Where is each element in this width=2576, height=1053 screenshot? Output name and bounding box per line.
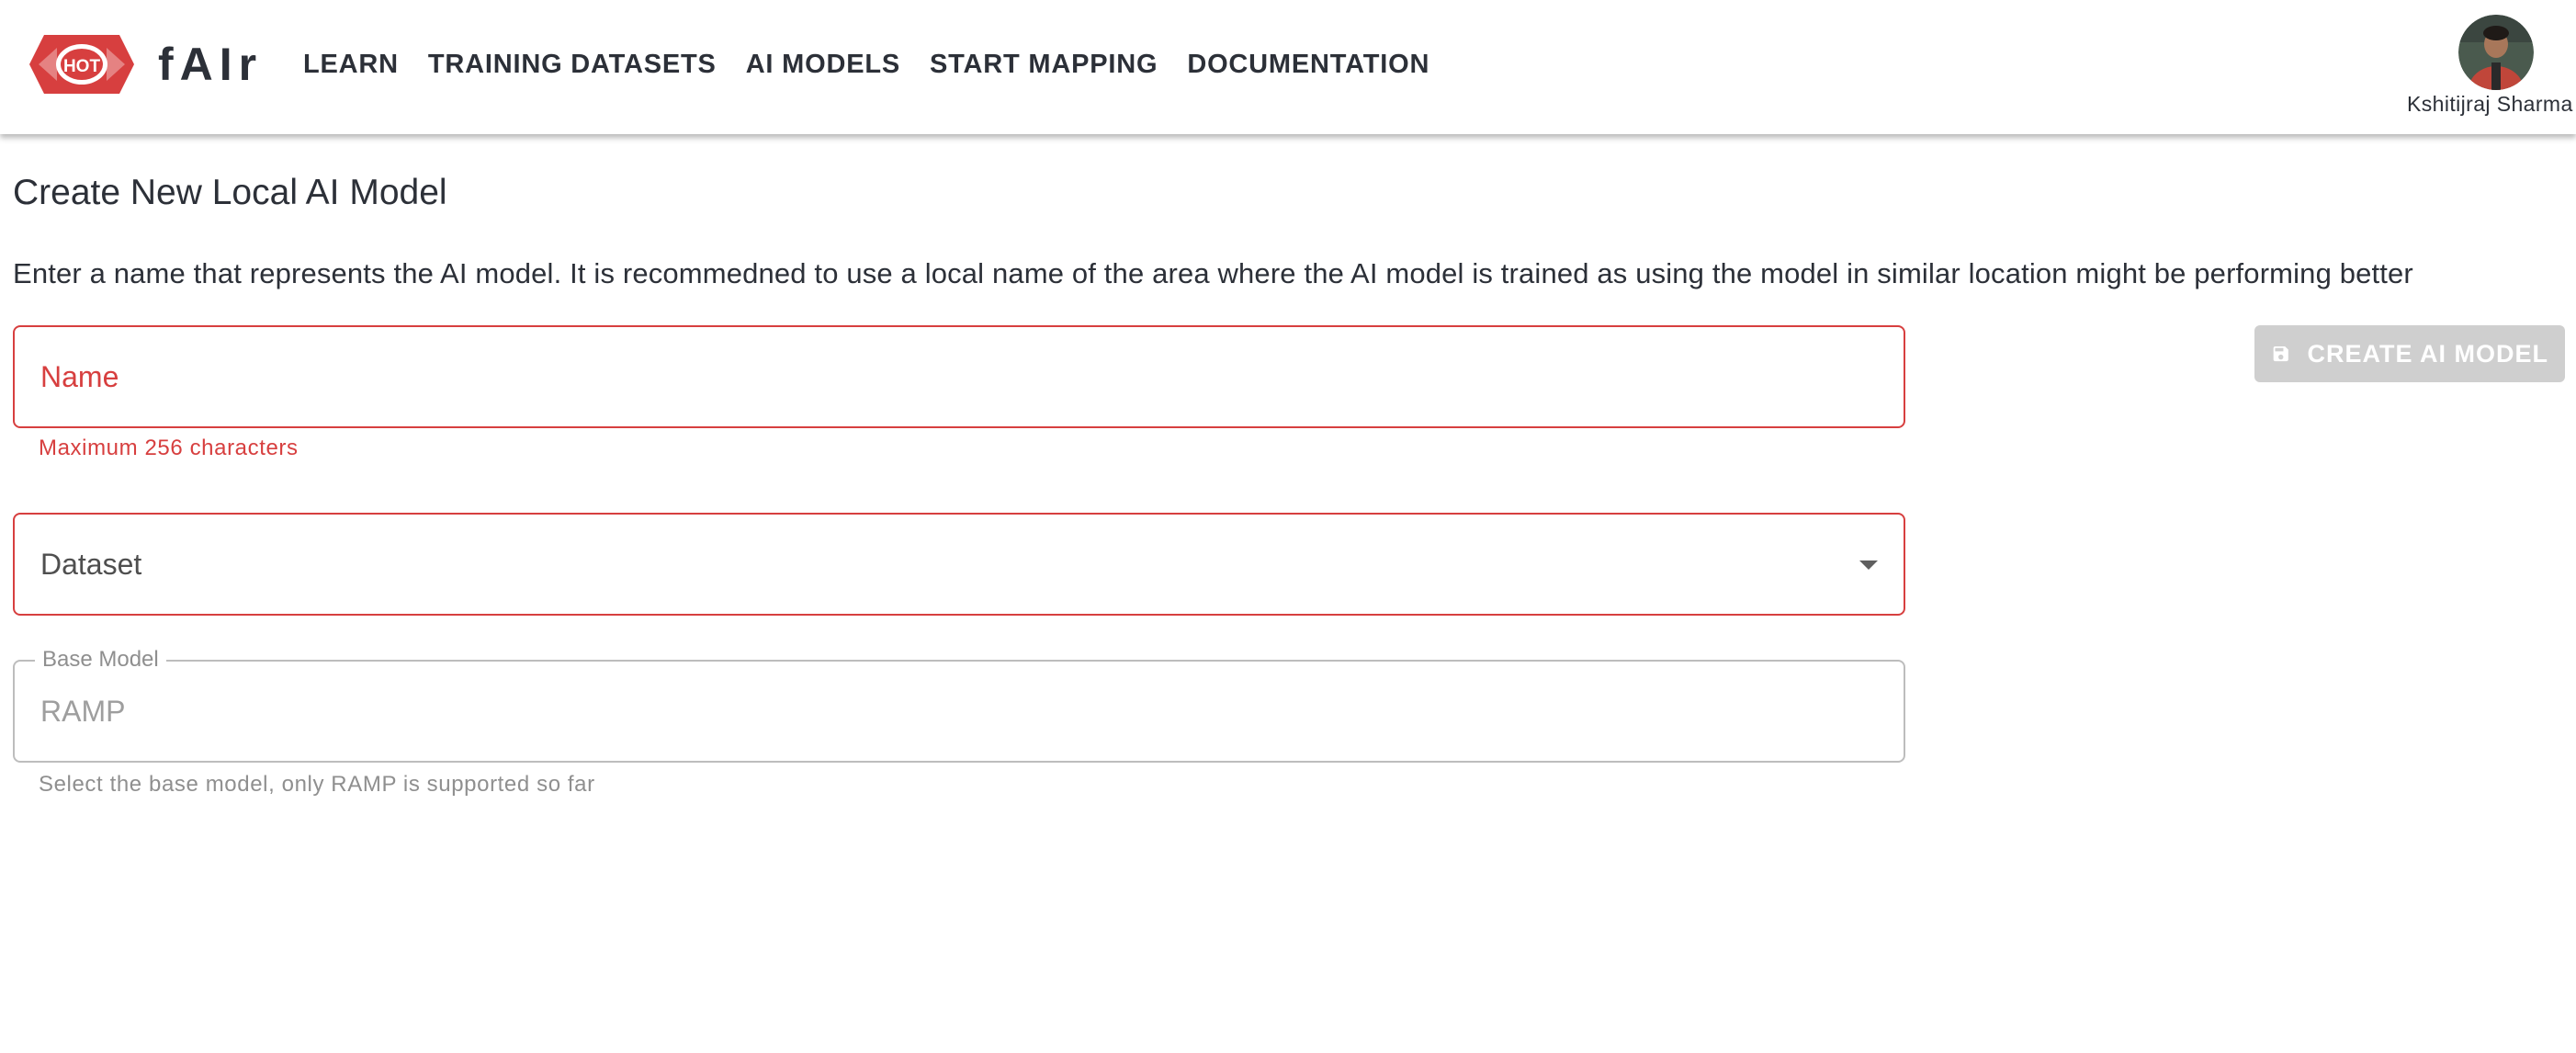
main-nav: LEARN TRAINING DATASETS AI MODELS START … (303, 44, 1429, 85)
brand-title[interactable]: fAIr (158, 35, 263, 94)
name-input[interactable] (15, 327, 1904, 426)
name-helper-text: Maximum 256 characters (39, 436, 299, 460)
user-name[interactable]: Kshitijraj Sharma (2407, 92, 2573, 117)
chevron-down-icon[interactable] (1859, 560, 1878, 570)
base-model-value: RAMP (40, 695, 126, 728)
name-field[interactable] (13, 325, 1905, 428)
nav-documentation[interactable]: DOCUMENTATION (1187, 44, 1429, 85)
dataset-label: Dataset (40, 548, 142, 581)
avatar[interactable] (2458, 15, 2534, 90)
app-header: HOT fAIr LEARN TRAINING DATASETS AI MODE… (0, 0, 2576, 134)
base-model-field: Base Model RAMP (13, 647, 1905, 763)
base-model-helper-text: Select the base model, only RAMP is supp… (39, 772, 595, 797)
hot-logo[interactable]: HOT (29, 35, 134, 94)
create-ai-model-label: CREATE AI MODEL (2307, 339, 2548, 368)
logo-text: HOT (63, 57, 101, 76)
dataset-select[interactable]: Dataset (13, 513, 1905, 616)
save-icon (2273, 345, 2288, 362)
nav-learn[interactable]: LEARN (303, 44, 399, 85)
page-title: Create New Local AI Model (13, 173, 447, 212)
nav-start-mapping[interactable]: START MAPPING (930, 44, 1158, 85)
page-description: Enter a name that represents the AI mode… (13, 257, 2413, 289)
nav-ai-models[interactable]: AI MODELS (746, 44, 900, 85)
create-ai-model-button[interactable]: CREATE AI MODEL (2254, 325, 2565, 382)
nav-training-datasets[interactable]: TRAINING DATASETS (428, 44, 717, 85)
